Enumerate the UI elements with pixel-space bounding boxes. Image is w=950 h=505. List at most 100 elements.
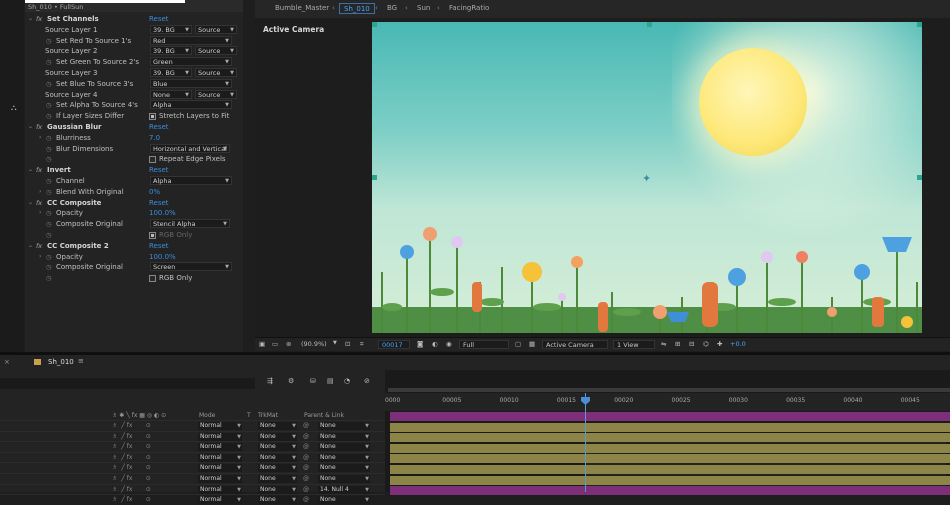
stopwatch-icon[interactable]: ◷ xyxy=(46,187,52,198)
reset-link[interactable]: Reset xyxy=(149,165,169,176)
blend-mode-dropdown[interactable]: Normal ▼ xyxy=(198,422,242,430)
layer-search-input[interactable] xyxy=(0,378,255,389)
stopwatch-icon[interactable]: ◷ xyxy=(46,144,52,155)
collapse-arrow-icon[interactable]: ⌄ xyxy=(28,241,33,252)
breadcrumb-bg[interactable]: BG xyxy=(387,4,397,12)
breadcrumb-sun[interactable]: Sun xyxy=(417,4,430,12)
composition-viewer[interactable]: ✦ xyxy=(372,22,922,333)
expand-arrow-icon[interactable]: › xyxy=(39,252,41,263)
source-type-dropdown[interactable]: Source ▼ xyxy=(195,46,237,56)
track-matte-dropdown[interactable]: None ▼ xyxy=(258,453,297,462)
layer-bar[interactable] xyxy=(390,454,950,464)
work-area-bar[interactable] xyxy=(388,388,950,392)
blend-mode-dropdown[interactable]: Normal ▼ xyxy=(198,464,242,473)
draft-3d-icon[interactable]: ⚙ xyxy=(288,377,294,385)
parent-dropdown[interactable]: 14. Null 4 ▼ xyxy=(318,485,370,494)
layer-bar[interactable] xyxy=(390,433,950,443)
mask-visibility-icon[interactable]: ⊛ xyxy=(286,340,291,348)
collapse-arrow-icon[interactable]: ⌄ xyxy=(28,198,33,209)
stopwatch-icon[interactable]: ◷ xyxy=(46,208,52,219)
parent-dropdown[interactable]: None ▼ xyxy=(318,496,370,505)
color-channel-icon[interactable]: ◉ xyxy=(446,340,452,348)
reset-link[interactable]: Reset xyxy=(149,14,169,25)
graph-editor-icon[interactable]: ⊘ xyxy=(364,377,370,385)
breadcrumb-facingratio[interactable]: FacingRatio xyxy=(449,4,489,12)
blend-mode-dropdown[interactable]: Normal ▼ xyxy=(198,453,242,462)
exposure-value[interactable]: +0.0 xyxy=(730,340,746,348)
collapse-arrow-icon[interactable]: ⌄ xyxy=(28,14,33,25)
fx-toggle-icon[interactable]: fx xyxy=(36,241,42,252)
source-layer-dropdown[interactable]: 39. BG ▼ xyxy=(150,68,192,77)
camera-dropdown[interactable]: Active Camera xyxy=(542,340,608,349)
layer-bar[interactable] xyxy=(390,465,950,474)
layer-bar[interactable] xyxy=(390,443,950,453)
comp-mini-flowchart-icon[interactable]: ⇶ xyxy=(267,377,273,385)
parent-pickwhip-icon[interactable]: @ xyxy=(303,443,309,450)
monitor-icon[interactable]: ▭ xyxy=(272,340,278,348)
resolution-dropdown[interactable]: Full xyxy=(459,340,509,349)
stopwatch-icon[interactable]: ◷ xyxy=(46,176,52,187)
fit-icon[interactable]: ⊡ xyxy=(345,340,350,348)
stopwatch-icon[interactable]: ◷ xyxy=(46,57,52,68)
property-dropdown[interactable]: Alpha ▼ xyxy=(150,176,232,185)
source-type-dropdown[interactable]: Source ▼ xyxy=(195,24,237,34)
layer-row[interactable]: ♗ ╱ fx ⊙ Normal ▼ None ▼ @14. Null 4 ▼ xyxy=(0,483,385,495)
stopwatch-icon[interactable]: ◷ xyxy=(46,154,52,165)
layer-row[interactable]: ♗ ╱ fx ⊙ Normal ▼ None ▼ @ None ▼ xyxy=(0,420,385,431)
breadcrumb-sh-010[interactable]: Sh_010 xyxy=(339,3,375,14)
render-icon[interactable]: ⊞ xyxy=(675,340,680,348)
layer-switches-icons[interactable]: ♗ ╱ fx ⊙ xyxy=(112,464,151,471)
stopwatch-icon[interactable]: ◷ xyxy=(46,219,52,230)
stopwatch-icon[interactable]: ◷ xyxy=(46,100,52,111)
property-dropdown[interactable]: Stencil Alpha ▼ xyxy=(150,219,230,229)
layer-row[interactable]: ♗ ╱ fx ⊙ Normal ▼ None ▼ @ None ▼ xyxy=(0,430,385,442)
panel-menu-icon[interactable]: ≡ xyxy=(78,357,84,365)
timeline-comp-name[interactable]: Sh_010 xyxy=(48,358,74,366)
zoom-dropdown-icon[interactable]: ▼ xyxy=(333,340,337,346)
property-dropdown[interactable]: Blue ▼ xyxy=(150,78,232,88)
track-matte-dropdown[interactable]: None ▼ xyxy=(258,432,297,441)
track-matte-dropdown[interactable]: None ▼ xyxy=(258,475,297,483)
parent-dropdown[interactable]: None ▼ xyxy=(318,443,370,452)
track-matte-dropdown[interactable]: None ▼ xyxy=(258,485,297,494)
parent-pickwhip-icon[interactable]: @ xyxy=(303,496,309,503)
layer-row[interactable]: ♗ ╱ fx ⊙ Normal ▼ None ▼ @ None ▼ xyxy=(0,451,385,463)
property-dropdown[interactable]: Alpha ▼ xyxy=(150,100,232,110)
property-value[interactable]: 100.0% xyxy=(149,252,176,263)
parent-dropdown[interactable]: None ▼ xyxy=(318,475,370,483)
hierarchy-icon[interactable]: ⛬ xyxy=(11,103,17,113)
property-dropdown[interactable]: Horizontal and Vertical ▼ xyxy=(150,143,230,153)
checkbox[interactable] xyxy=(149,275,156,283)
blend-mode-dropdown[interactable]: Normal ▼ xyxy=(198,443,242,452)
track-matte-dropdown[interactable]: None ▼ xyxy=(258,496,297,505)
property-dropdown[interactable]: Green ▼ xyxy=(150,57,232,67)
layer-row[interactable]: ♗ ╱ fx ⊙ Normal ▼ None ▼ @ None ▼ xyxy=(0,494,385,505)
fx-toggle-icon[interactable]: fx xyxy=(36,165,42,176)
layer-switches-icons[interactable]: ♗ ╱ fx ⊙ xyxy=(112,475,151,482)
parent-pickwhip-icon[interactable]: @ xyxy=(303,433,309,440)
close-icon[interactable]: × xyxy=(4,358,10,366)
track-matte-dropdown[interactable]: None ▼ xyxy=(258,464,297,473)
timecode-field[interactable]: 00017 xyxy=(378,340,410,349)
exposure-reset-icon[interactable]: ✚ xyxy=(717,340,722,348)
checkbox[interactable] xyxy=(149,156,156,164)
source-layer-dropdown[interactable]: 39. BG ▼ xyxy=(150,24,192,34)
collapse-arrow-icon[interactable]: ⌄ xyxy=(28,165,33,176)
fx-toggle-icon[interactable]: fx xyxy=(36,122,42,133)
stopwatch-icon[interactable]: ◷ xyxy=(46,230,52,241)
layer-bar[interactable] xyxy=(390,475,950,485)
parent-pickwhip-icon[interactable]: @ xyxy=(303,464,309,471)
stopwatch-icon[interactable]: ◷ xyxy=(46,262,52,273)
parent-pickwhip-icon[interactable]: @ xyxy=(303,454,309,461)
expand-arrow-icon[interactable]: › xyxy=(39,208,41,219)
snapshot-icon[interactable]: ◙ xyxy=(417,340,423,348)
track-matte-dropdown[interactable]: None ▼ xyxy=(258,422,297,430)
parent-dropdown[interactable]: None ▼ xyxy=(318,464,370,473)
blend-mode-dropdown[interactable]: Normal ▼ xyxy=(198,475,242,483)
pixel-aspect-icon[interactable]: ⇋ xyxy=(661,340,666,348)
source-type-dropdown[interactable]: Source ▼ xyxy=(195,68,237,77)
reset-link[interactable]: Reset xyxy=(149,122,169,133)
property-value[interactable]: 100.0% xyxy=(149,208,176,219)
blend-mode-dropdown[interactable]: Normal ▼ xyxy=(198,496,242,505)
playhead-line[interactable] xyxy=(585,393,586,492)
